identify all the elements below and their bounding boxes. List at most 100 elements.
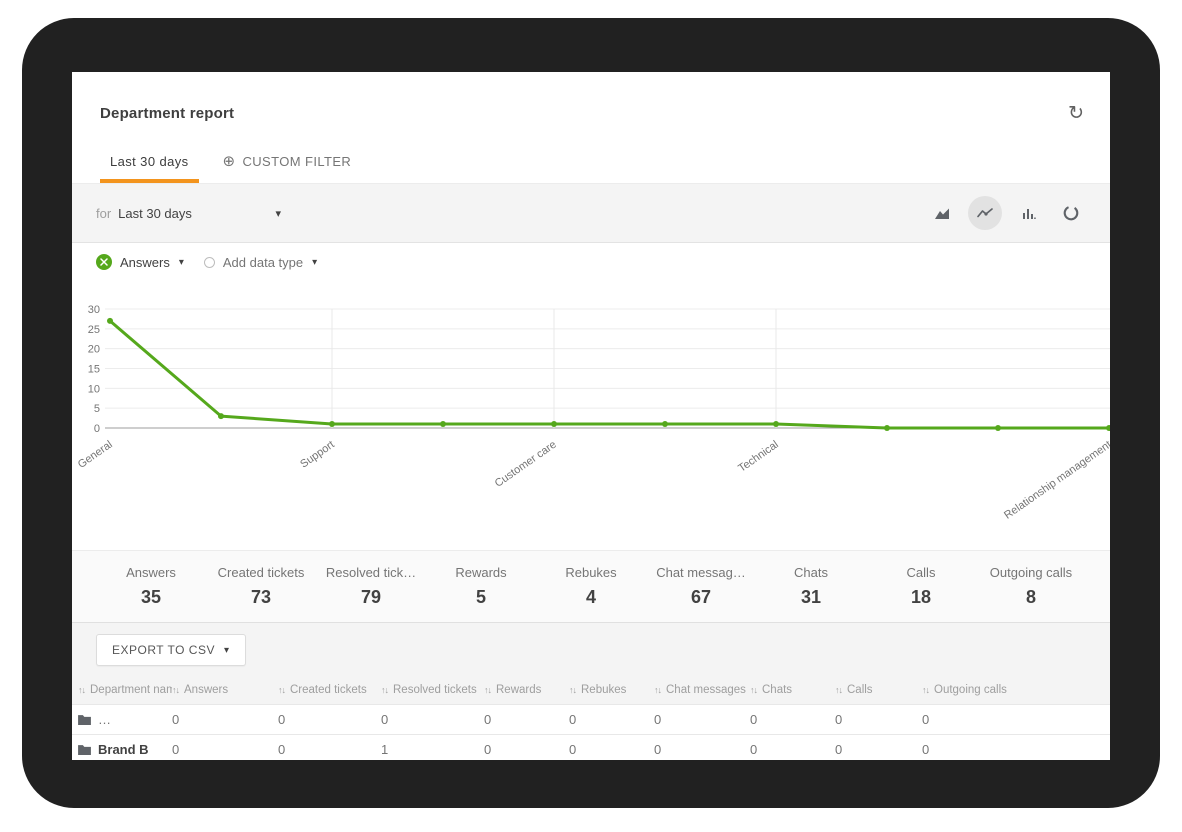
column-header-label: Resolved tickets xyxy=(393,684,477,696)
department-name: … xyxy=(98,712,111,727)
sort-icon[interactable]: ↑↓ xyxy=(750,685,757,695)
chevron-down-icon: ▾ xyxy=(179,257,184,268)
tab-bar: Last 30 days ⊕ CUSTOM FILTER xyxy=(72,140,1110,183)
sort-icon[interactable]: ↑↓ xyxy=(569,685,576,695)
department-name: Brand B xyxy=(98,742,149,757)
metric-cell: 0 xyxy=(835,735,922,761)
stat-card[interactable]: Chat messag…67 xyxy=(646,565,756,608)
metric-cell: 1 xyxy=(381,735,484,761)
folder-icon xyxy=(78,744,91,755)
column-header[interactable]: ↑↓ Rewards xyxy=(484,676,569,705)
stat-label: Resolved tick… xyxy=(316,565,426,580)
stat-card[interactable]: Rewards5 xyxy=(426,565,536,608)
table-row[interactable]: Brand B001000000 xyxy=(72,735,1110,761)
stat-card[interactable]: Answers35 xyxy=(96,565,206,608)
remove-series-icon[interactable] xyxy=(96,254,112,270)
stat-label: Calls xyxy=(866,565,976,580)
stat-label: Chat messag… xyxy=(646,565,756,580)
chart-type-switcher xyxy=(925,196,1088,230)
column-header[interactable]: ↑↓ Resolved tickets xyxy=(381,676,484,705)
donut-chart-icon[interactable] xyxy=(1054,196,1088,230)
svg-text:0: 0 xyxy=(94,423,100,435)
column-header[interactable]: ↑↓ Calls xyxy=(835,676,922,705)
stat-card[interactable]: Chats31 xyxy=(756,565,866,608)
export-csv-label: EXPORT TO CSV xyxy=(112,643,215,657)
column-header-label: Rewards xyxy=(496,684,541,696)
tab-last-30-days[interactable]: Last 30 days xyxy=(100,140,199,183)
refresh-icon[interactable]: ↻ xyxy=(1068,104,1084,123)
sort-icon[interactable]: ↑↓ xyxy=(484,685,491,695)
svg-text:15: 15 xyxy=(88,364,100,376)
column-header[interactable]: ↑↓Department name xyxy=(72,676,172,705)
sort-icon[interactable]: ↑↓ xyxy=(922,685,929,695)
summary-stats-row: Answers35Created tickets73Resolved tick…… xyxy=(72,550,1110,623)
column-header-label: Answers xyxy=(184,684,228,696)
column-header-label: Chats xyxy=(762,684,792,696)
stat-value: 31 xyxy=(756,587,866,608)
radio-circle-icon xyxy=(204,257,215,268)
tab-label: Last 30 days xyxy=(110,154,189,169)
export-csv-button[interactable]: EXPORT TO CSV ▾ xyxy=(96,634,246,666)
metric-cell: 0 xyxy=(569,735,654,761)
department-table: ↑↓Department name↑↓Answers↑↓Created tick… xyxy=(72,676,1110,760)
bar-chart-icon[interactable] xyxy=(1011,196,1045,230)
metric-cell: 0 xyxy=(278,705,381,735)
line-chart-icon[interactable] xyxy=(968,196,1002,230)
svg-text:Customer care: Customer care xyxy=(493,439,559,490)
metric-cell: 0 xyxy=(381,705,484,735)
chart-section: Answers ▾ Add data type ▾ 051015202530Ge… xyxy=(72,243,1110,550)
add-data-type-label: Add data type xyxy=(223,255,303,270)
stat-card[interactable]: Resolved tick…79 xyxy=(316,565,426,608)
department-name-cell[interactable]: Brand B xyxy=(72,735,172,761)
table-header-row: ↑↓Department name↑↓Answers↑↓Created tick… xyxy=(72,676,1110,705)
column-header[interactable]: ↑↓ Answers xyxy=(172,676,278,705)
metric-cell: 0 xyxy=(654,735,750,761)
chevron-down-icon: ▾ xyxy=(312,257,317,268)
series-chip-answers[interactable]: Answers ▾ xyxy=(96,254,184,270)
sort-icon[interactable]: ↑↓ xyxy=(78,685,85,695)
column-header[interactable]: ↑↓ Chats xyxy=(750,676,835,705)
sort-icon[interactable]: ↑↓ xyxy=(278,685,285,695)
svg-text:Support: Support xyxy=(298,439,336,471)
svg-text:20: 20 xyxy=(88,344,100,356)
column-header[interactable]: ↑↓ Rebukes xyxy=(569,676,654,705)
metric-cell: 0 xyxy=(172,705,278,735)
column-header[interactable]: ↑↓Outgoing calls xyxy=(922,676,1110,705)
metric-cell: 0 xyxy=(484,705,569,735)
metric-cell: 0 xyxy=(750,705,835,735)
sort-icon[interactable]: ↑↓ xyxy=(381,685,388,695)
svg-text:Technical: Technical xyxy=(736,439,780,475)
metric-cell: 0 xyxy=(654,705,750,735)
table-row[interactable]: …000000000 xyxy=(72,705,1110,735)
area-chart-icon[interactable] xyxy=(925,196,959,230)
stat-value: 73 xyxy=(206,587,316,608)
stat-card[interactable]: Outgoing calls8 xyxy=(976,565,1086,608)
column-header[interactable]: ↑↓Created tickets xyxy=(278,676,381,705)
add-data-type-dropdown[interactable]: Add data type ▾ xyxy=(204,255,317,270)
sort-icon[interactable]: ↑↓ xyxy=(654,685,661,695)
stat-label: Outgoing calls xyxy=(976,565,1086,580)
metric-cell: 0 xyxy=(172,735,278,761)
column-header[interactable]: ↑↓Chat messages xyxy=(654,676,750,705)
series-controls: Answers ▾ Add data type ▾ xyxy=(96,254,317,270)
metric-cell: 0 xyxy=(922,735,1110,761)
svg-text:30: 30 xyxy=(88,304,100,316)
stat-card[interactable]: Calls18 xyxy=(866,565,976,608)
svg-text:10: 10 xyxy=(88,383,100,395)
tab-custom-filter[interactable]: ⊕ CUSTOM FILTER xyxy=(213,140,362,183)
column-header-label: Rebukes xyxy=(581,684,626,696)
stat-label: Rebukes xyxy=(536,565,646,580)
department-name-cell[interactable]: … xyxy=(72,705,172,735)
stat-card[interactable]: Created tickets73 xyxy=(206,565,316,608)
chevron-down-icon: ▾ xyxy=(224,645,230,656)
metric-cell: 0 xyxy=(750,735,835,761)
device-frame: Department report ↻ Last 30 days ⊕ CUSTO… xyxy=(22,18,1160,808)
period-dropdown[interactable]: for Last 30 days ▾ xyxy=(96,206,281,221)
stat-label: Answers xyxy=(96,565,206,580)
chevron-down-icon: ▾ xyxy=(275,207,281,220)
sort-icon[interactable]: ↑↓ xyxy=(835,685,842,695)
stat-card[interactable]: Rebukes4 xyxy=(536,565,646,608)
tab-label: CUSTOM FILTER xyxy=(242,154,351,169)
column-header-label: Calls xyxy=(847,684,873,696)
sort-icon[interactable]: ↑↓ xyxy=(172,685,179,695)
